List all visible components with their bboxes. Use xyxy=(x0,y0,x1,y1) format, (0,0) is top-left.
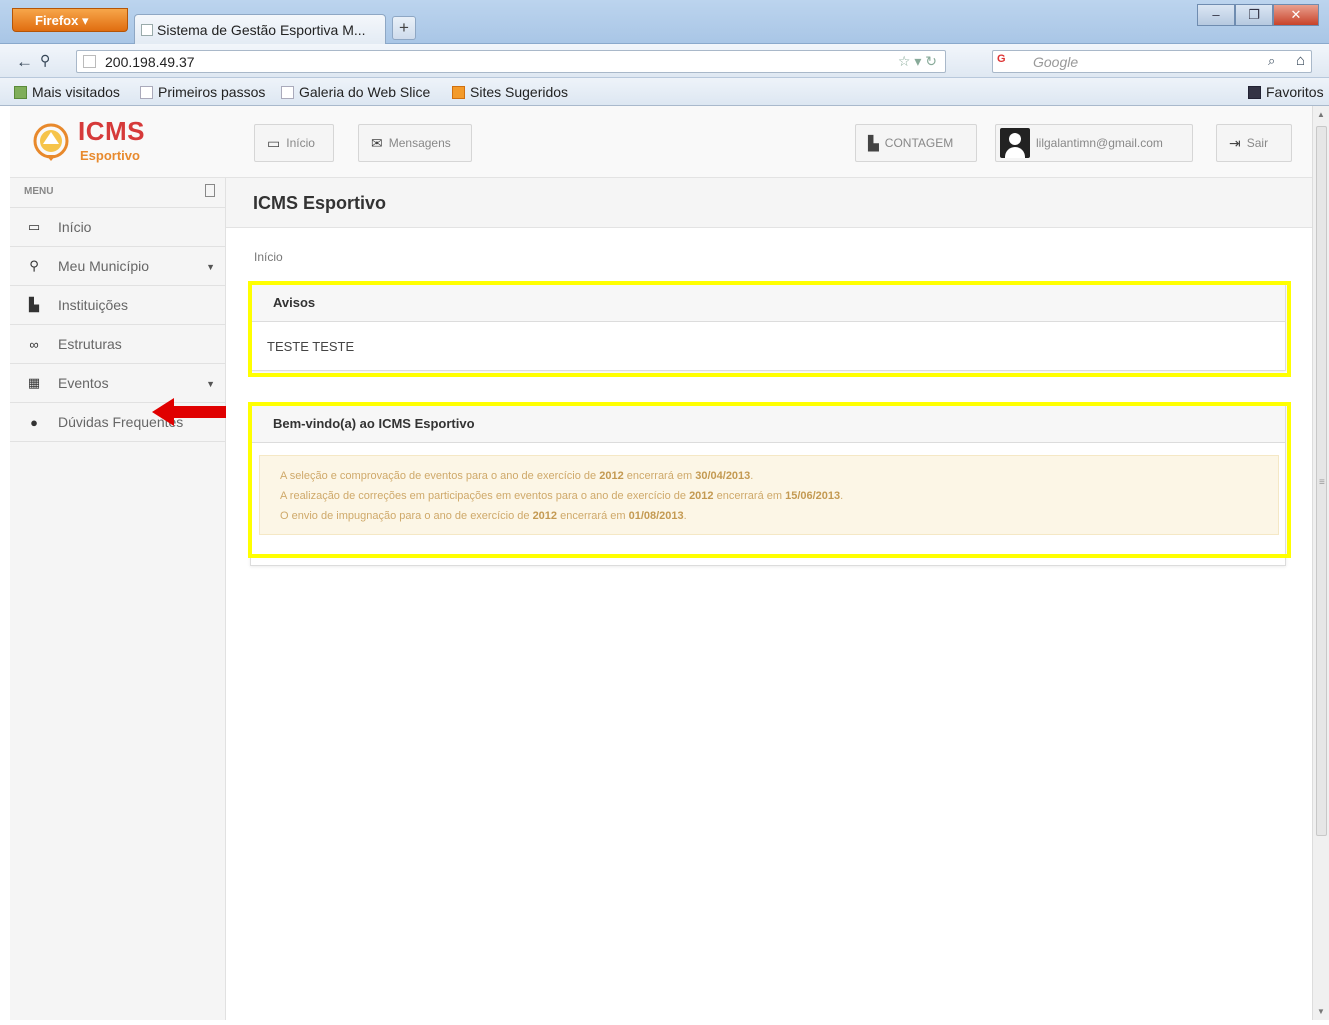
bookmark-primeiros-passos[interactable]: Primeiros passos xyxy=(140,84,265,100)
google-search-engine-icon[interactable]: G xyxy=(997,53,1025,70)
maximize-icon[interactable]: ❐ xyxy=(1235,4,1273,26)
page-title-bar xyxy=(226,178,1312,228)
mensagens-button-label: Mensagens xyxy=(388,136,451,150)
app-header: ICMS Esportivo ▭ Início ✉ Mensagens ▙ CO… xyxy=(10,106,1312,178)
sidebar-item-label: Instituições xyxy=(58,297,129,313)
bookmark-icon xyxy=(281,86,294,99)
url-text: 200.198.49.37 xyxy=(105,54,195,70)
scroll-up-icon[interactable]: ▲ xyxy=(1317,110,1325,119)
favorites-menu[interactable]: Favoritos xyxy=(1248,84,1324,100)
icms-logo-icon xyxy=(33,123,69,161)
yellow-highlight-avisos xyxy=(248,281,1291,377)
sidebar-item-inicio[interactable]: ▭ Início xyxy=(10,208,225,247)
chevron-down-icon: ▼ xyxy=(206,379,215,389)
bookmark-label: Mais visitados xyxy=(32,84,120,100)
binoculars-icon: ∞ xyxy=(29,336,39,352)
contagem-button-label: CONTAGEM xyxy=(884,136,954,150)
avatar xyxy=(1000,128,1030,158)
url-bar[interactable]: 200.198.49.37 ☆ ▾ ↻ xyxy=(76,50,946,73)
bookmark-star-icon[interactable]: ☆ ▾ ↻ xyxy=(898,53,937,70)
browser-titlebar: Firefox ▾ Sistema de Gestão Esportiva M.… xyxy=(0,0,1329,44)
browser-navbar: ← ⚲ 200.198.49.37 ☆ ▾ ↻ G Google ⌕ ⌂ xyxy=(0,44,1329,78)
question-circle-icon: ● xyxy=(30,414,38,430)
bookmark-galeria-web-slice[interactable]: Galeria do Web Slice xyxy=(281,84,430,100)
url-favicon-icon xyxy=(83,55,96,68)
bookmark-icon xyxy=(452,86,465,99)
favorites-label: Favoritos xyxy=(1266,84,1324,100)
bookmark-mais-visitados[interactable]: Mais visitados xyxy=(14,84,120,100)
yellow-highlight-welcome xyxy=(248,402,1291,558)
monitor-icon: ▭ xyxy=(267,134,281,151)
firefox-menu-label: Firefox xyxy=(35,13,79,28)
back-arrow-icon[interactable]: ← xyxy=(16,52,33,72)
menu-title: MENU xyxy=(24,186,54,197)
sidebar-item-label: Eventos xyxy=(58,375,109,391)
sidebar-item-estruturas[interactable]: ∞ Estruturas xyxy=(10,325,225,364)
map-marker-icon: ⚲ xyxy=(29,258,39,273)
home-icon[interactable]: ⌂ xyxy=(1296,52,1305,69)
scrollbar-thumb[interactable]: ≡ xyxy=(1316,126,1327,836)
building-icon: ▙ xyxy=(868,134,879,151)
bookmark-label: Primeiros passos xyxy=(158,84,266,100)
sair-button[interactable]: ⇥ Sair xyxy=(1216,124,1292,162)
inicio-button[interactable]: ▭ Início xyxy=(254,124,334,162)
menu-header: MENU xyxy=(10,178,225,208)
breadcrumb[interactable]: Início xyxy=(254,250,283,264)
sidebar-item-label: Meu Município xyxy=(58,258,150,274)
bookmark-label: Galeria do Web Slice xyxy=(299,84,431,100)
search-bar[interactable]: G Google ⌕ ⌂ xyxy=(992,50,1312,73)
contagem-button[interactable]: ▙ CONTAGEM xyxy=(855,124,977,162)
bookmark-label: Sites Sugeridos xyxy=(470,84,569,100)
favorites-icon xyxy=(1248,86,1261,99)
page-title: ICMS Esportivo xyxy=(253,193,387,213)
sidebar-item-instituicoes[interactable]: ▙ Instituições xyxy=(10,286,225,325)
mensagens-button[interactable]: ✉ Mensagens xyxy=(358,124,472,162)
inicio-button-label: Início xyxy=(286,136,315,150)
logo-title: ICMS xyxy=(78,116,145,146)
page-scrollbar[interactable]: ▲ ≡ ▼ xyxy=(1312,106,1329,1020)
firefox-menu-button[interactable]: Firefox ▾ xyxy=(12,8,128,32)
tab-title: Sistema de Gestão Esportiva M... xyxy=(157,22,366,38)
sign-out-icon: ⇥ xyxy=(1229,134,1241,151)
chevron-down-icon: ▼ xyxy=(206,262,215,272)
bookmark-icon xyxy=(140,86,153,99)
envelope-icon: ✉ xyxy=(371,134,383,151)
user-email: lilgalantimn@gmail.com xyxy=(1036,136,1163,150)
sidebar-item-label: Início xyxy=(58,219,92,235)
search-icon[interactable]: ⌕ xyxy=(1268,53,1275,69)
grip-icon: ≡ xyxy=(1319,477,1325,488)
bookmark-icon xyxy=(14,86,27,99)
sair-button-label: Sair xyxy=(1246,136,1269,150)
new-tab-button[interactable]: + xyxy=(392,16,416,40)
building-icon: ▙ xyxy=(29,297,39,312)
tab-favicon-icon xyxy=(141,24,153,36)
sidebar-item-meu-municipio[interactable]: ⚲ Meu Município ▼ xyxy=(10,247,225,286)
scroll-down-icon[interactable]: ▼ xyxy=(1317,1007,1325,1016)
minimize-icon[interactable]: – xyxy=(1197,4,1235,26)
sidebar-collapse-icon[interactable] xyxy=(205,184,215,197)
window-controls: – ❐ ✕ xyxy=(1197,4,1319,26)
close-icon[interactable]: ✕ xyxy=(1273,4,1319,26)
browser-tab[interactable]: Sistema de Gestão Esportiva M... xyxy=(134,14,386,44)
bookmark-sites-sugeridos[interactable]: Sites Sugeridos xyxy=(452,84,568,100)
user-menu-button[interactable]: lilgalantimn@gmail.com xyxy=(995,124,1193,162)
web-page: ICMS Esportivo ▭ Início ✉ Mensagens ▙ CO… xyxy=(10,106,1312,1020)
key-icon: ⚲ xyxy=(40,52,51,68)
monitor-icon: ▭ xyxy=(27,219,41,234)
bookmarks-toolbar: Mais visitados Primeiros passos Galeria … xyxy=(0,78,1329,106)
calendar-icon: ▦ xyxy=(27,375,41,390)
sidebar: MENU ▭ Início ⚲ Meu Município ▼ ▙ Instit… xyxy=(10,178,226,1020)
sidebar-item-label: Estruturas xyxy=(58,336,122,352)
search-placeholder: Google xyxy=(1033,54,1079,70)
main-content: ICMS Esportivo Início Avisos TESTE TESTE… xyxy=(226,178,1312,1020)
logo-subtitle: Esportivo xyxy=(80,148,140,163)
